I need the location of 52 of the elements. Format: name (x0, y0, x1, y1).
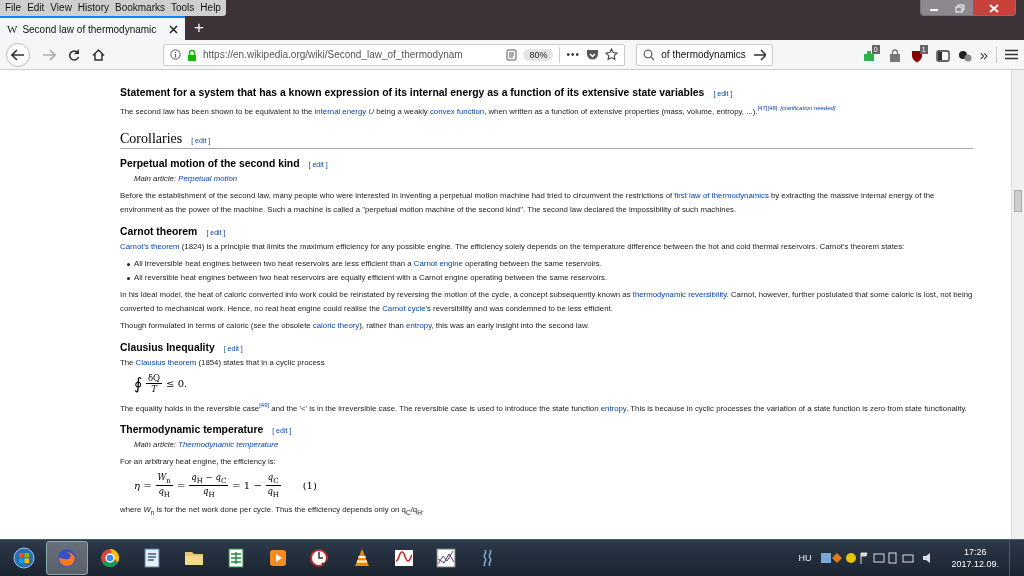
section-heading: Thermodynamic temperature (120, 424, 264, 436)
section-heading: Perpetual motion of the second kind (120, 157, 300, 169)
puzzle-icon[interactable] (861, 48, 876, 63)
url-text: https://en.wikipedia.org/wiki/Second_law_of_thermodynam (203, 49, 464, 60)
info-icon[interactable] (170, 49, 181, 60)
menu-item[interactable]: File (2, 0, 25, 16)
pocket-icon[interactable] (586, 48, 599, 61)
close-icon[interactable] (169, 24, 178, 34)
document-icon (141, 547, 163, 569)
chart-icon (435, 547, 457, 569)
back-icon[interactable] (6, 42, 30, 67)
scrollbar[interactable] (1011, 70, 1024, 539)
overflow-button[interactable]: » (979, 47, 988, 62)
zoom-badge[interactable]: 80% (523, 48, 554, 61)
section-heading: Carnot theorem (120, 225, 198, 237)
clock[interactable]: 17:26 2017.12.09. (951, 546, 999, 570)
menu-item[interactable]: View (47, 0, 75, 16)
browser-tab[interactable]: W Second law of thermodynamic (0, 16, 185, 40)
menu-item[interactable]: Edit (24, 0, 48, 16)
address-bar[interactable]: https://en.wikipedia.org/wiki/Second_law_of_thermodynam 80% ••• (163, 43, 625, 66)
tab-title: Second law of thermodynamic (22, 23, 158, 35)
lock-icon (187, 48, 197, 61)
search-field[interactable]: of thermodynamics (636, 43, 773, 66)
spreadsheet-icon (225, 547, 247, 569)
menu-item[interactable]: Bookmarks (112, 0, 168, 16)
section-heading: Corollaries (120, 130, 183, 147)
play-icon (267, 547, 289, 569)
clock-check-icon (309, 547, 331, 569)
page-actions-button[interactable]: ••• (566, 49, 580, 60)
menu-item[interactable]: Help (197, 0, 224, 16)
star-icon[interactable] (605, 48, 618, 61)
menu-item[interactable]: Tools (168, 0, 198, 16)
section-heading: Clausius Inequality (120, 341, 215, 353)
favicon: W (7, 23, 18, 35)
bag-icon[interactable] (887, 46, 902, 63)
wave-icon (393, 547, 415, 569)
restore-icon[interactable] (947, 0, 973, 15)
section-heading: Statement for a system that has a known expression of its internal energy as a function of its extensive state variables (120, 87, 705, 98)
reload-icon[interactable] (68, 48, 80, 61)
shield-icon[interactable] (909, 48, 924, 63)
ring-icon (99, 547, 121, 569)
minimize-icon[interactable] (921, 0, 947, 15)
fox-icon (56, 547, 78, 569)
new-tab-button[interactable]: + (185, 16, 213, 40)
language-indicator[interactable]: HU (798, 553, 812, 563)
menu-item[interactable]: History (74, 0, 112, 16)
sidebar-icon[interactable] (935, 47, 950, 62)
home-icon[interactable] (92, 48, 105, 61)
arrow-right-icon[interactable] (752, 48, 766, 61)
menu-icon[interactable] (1005, 49, 1018, 60)
search-icon (643, 48, 655, 61)
reader-view-icon[interactable] (506, 48, 518, 61)
